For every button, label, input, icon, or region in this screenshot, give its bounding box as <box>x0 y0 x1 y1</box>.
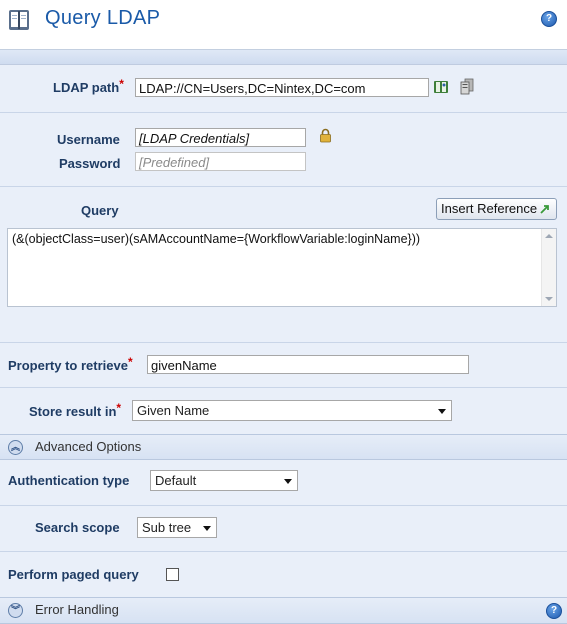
address-book-icon[interactable] <box>433 79 449 95</box>
scroll-up-icon[interactable] <box>545 234 553 238</box>
divider <box>0 505 567 506</box>
search-scope-label: Search scope <box>35 520 120 535</box>
advanced-options-header[interactable]: ︽ Advanced Options <box>0 434 567 460</box>
lock-icon[interactable] <box>319 128 332 143</box>
help-icon[interactable]: ? <box>546 603 562 619</box>
advanced-options-title: Advanced Options <box>35 439 142 454</box>
auth-type-label: Authentication type <box>8 473 130 488</box>
auth-type-value: Default <box>155 473 197 488</box>
store-result-label: Store result in* <box>29 401 122 419</box>
property-label: Property to retrieve* <box>8 355 133 373</box>
divider <box>0 342 567 343</box>
paged-query-checkbox[interactable] <box>166 568 179 581</box>
query-scrollbar[interactable] <box>541 229 556 306</box>
divider <box>0 186 567 187</box>
header-strip <box>0 50 567 65</box>
store-result-select[interactable]: Given Name <box>132 400 452 421</box>
query-textarea[interactable]: (&(objectClass=user)(sAMAccountName={Wor… <box>7 228 557 307</box>
scroll-down-icon[interactable] <box>545 297 553 301</box>
query-label: Query <box>81 203 119 218</box>
insert-reference-label: Insert Reference <box>441 201 538 216</box>
username-label: Username <box>57 132 120 147</box>
divider <box>0 551 567 552</box>
dialog-header: Query LDAP ? <box>0 0 567 50</box>
ldap-path-label: LDAP path* <box>53 77 124 95</box>
chevron-down-icon <box>203 526 211 531</box>
chevron-down-icon <box>284 479 292 484</box>
ldap-path-input[interactable]: LDAP://CN=Users,DC=Nintex,DC=com <box>135 78 429 97</box>
insert-reference-button[interactable]: Insert Reference <box>436 198 557 220</box>
search-scope-select[interactable]: Sub tree <box>137 517 217 538</box>
insert-arrow-icon <box>540 205 549 214</box>
error-handling-title: Error Handling <box>35 602 119 617</box>
book-icon <box>9 10 29 30</box>
help-icon[interactable]: ? <box>541 11 557 27</box>
collapse-icon[interactable]: ︽ <box>8 440 23 455</box>
username-input[interactable]: [LDAP Credentials] <box>135 128 306 147</box>
paged-query-label: Perform paged query <box>8 567 139 582</box>
expand-icon[interactable]: ︾ <box>8 603 23 618</box>
server-icon[interactable] <box>459 78 477 96</box>
store-result-value: Given Name <box>137 403 210 418</box>
search-scope-value: Sub tree <box>142 520 192 535</box>
divider <box>0 112 567 113</box>
page-title: Query LDAP <box>45 7 161 29</box>
chevron-down-icon <box>438 409 446 414</box>
error-handling-header[interactable]: ︾ Error Handling ? <box>0 597 567 624</box>
property-input[interactable]: givenName <box>147 355 469 374</box>
auth-type-select[interactable]: Default <box>150 470 298 491</box>
password-input[interactable]: [Predefined] <box>135 152 306 171</box>
divider <box>0 387 567 388</box>
query-text: (&(objectClass=user)(sAMAccountName={Wor… <box>12 232 421 246</box>
password-label: Password <box>59 156 121 171</box>
